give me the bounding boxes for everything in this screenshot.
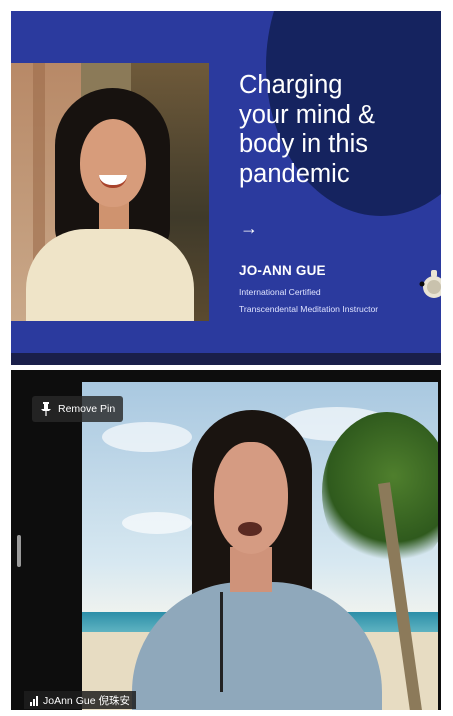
panel-resize-handle[interactable]	[17, 535, 21, 567]
speaker-role-line1: International Certified	[239, 287, 321, 297]
shared-screen-slide: Charging your mind & body in this pandem…	[11, 11, 441, 365]
remove-pin-button[interactable]: Remove Pin	[32, 396, 124, 422]
participant-name: JoAnn Gue 倪珠安	[43, 694, 130, 707]
organization-logo-icon	[419, 270, 441, 298]
earphone-wire	[220, 592, 223, 692]
participant-video-tile[interactable]: Remove Pin JoAnn Gue 倪珠安	[11, 370, 441, 710]
speaker-name: JO-ANN GUE	[239, 263, 326, 278]
pin-icon	[41, 402, 51, 416]
participant-video-feed	[82, 382, 438, 710]
speaker-photo	[11, 63, 209, 321]
slide-title: Charging your mind & body in this pandem…	[239, 71, 376, 188]
participant-name-tag: JoAnn Gue 倪珠安	[24, 691, 136, 709]
slide-bottom-band	[11, 353, 441, 365]
arrow-icon: →	[240, 218, 258, 238]
speaker-role-line2: Transcendental Meditation Instructor	[239, 304, 379, 314]
remove-pin-label: Remove Pin	[58, 403, 116, 415]
signal-strength-icon	[30, 695, 38, 706]
